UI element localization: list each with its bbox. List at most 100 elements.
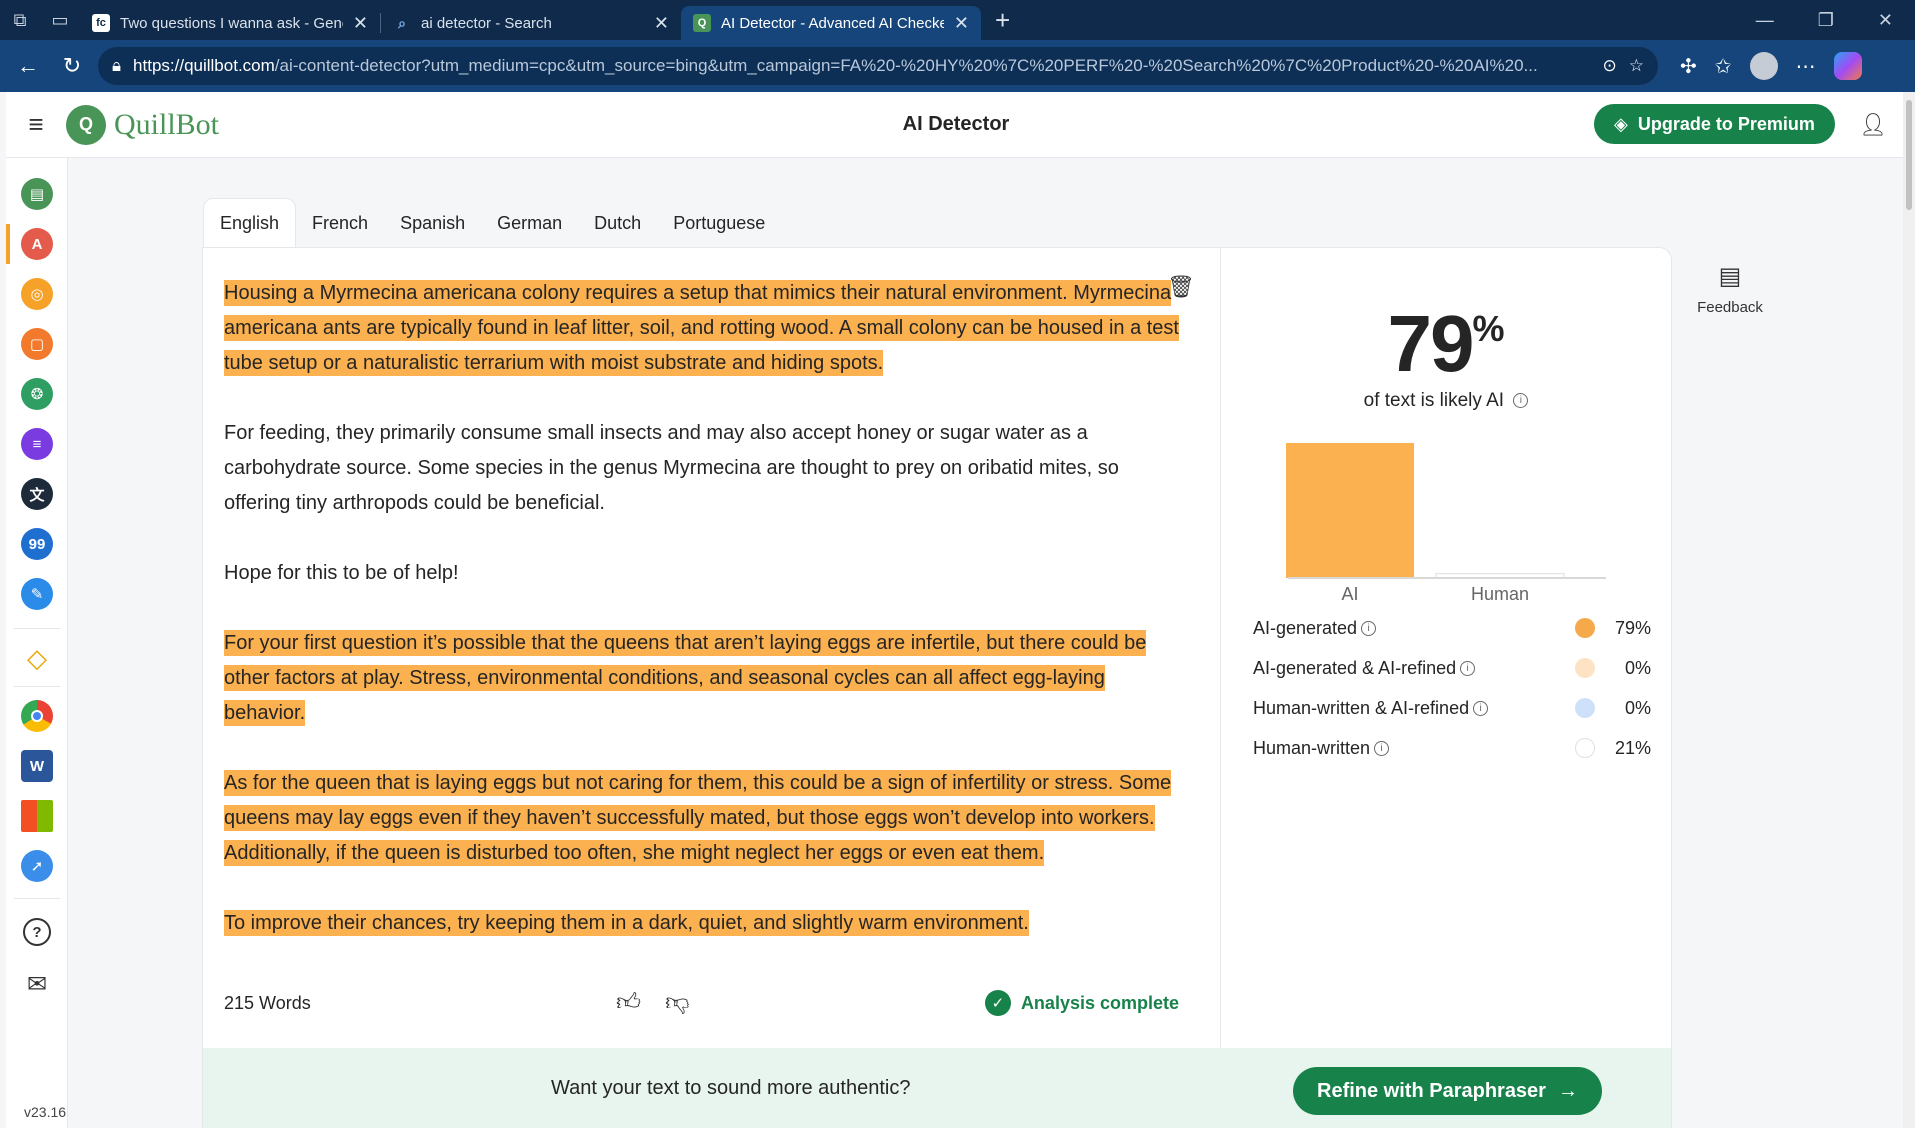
legend-color-dot [1575, 738, 1595, 758]
extensions-icon[interactable]: ✣ [1680, 54, 1697, 79]
brand-name: QuillBot [114, 107, 220, 141]
tab-spanish[interactable]: Spanish [384, 198, 481, 248]
language-tabs: English French Spanish German Dutch Port… [203, 198, 781, 248]
banner-text: Want your text to sound more authentic? [551, 1076, 911, 1099]
tab-title: ai detector - Search [421, 14, 552, 32]
ai-humanizer-icon[interactable]: ❂ [21, 378, 53, 410]
paragraph: To improve their chances, try keeping th… [224, 906, 1179, 941]
ai-highlighted-text: To improve their chances, try keeping th… [224, 910, 1029, 936]
tab-english[interactable]: English [203, 198, 297, 248]
legend-label: Human-written [1253, 737, 1371, 758]
paraphraser-banner: Want your text to sound more authentic? … [203, 1048, 1671, 1128]
microsoft-store-icon[interactable] [21, 800, 53, 832]
paragraph: Hope for this to be of help! [224, 556, 1179, 591]
tab-title: AI Detector - Advanced AI Checke [721, 14, 944, 32]
info-icon[interactable]: i [1374, 741, 1390, 757]
user-account-icon[interactable]: 👤︎ [1858, 110, 1888, 140]
paragraph-text: Hope for this to be of help! [224, 562, 459, 584]
flow-writer-icon[interactable]: ✎ [21, 578, 53, 610]
tab-dutch[interactable]: Dutch [578, 198, 657, 248]
favorites-icon[interactable]: ✩ [1715, 54, 1732, 79]
new-tab-icon[interactable]: + [995, 5, 1010, 36]
close-tab-icon[interactable]: ✕ [954, 13, 969, 34]
ai-highlighted-text: For your first question it’s possible th… [224, 630, 1147, 726]
browser-tab-bar: ⧉ ▭ fc Two questions I wanna ask - Gene … [0, 0, 1915, 40]
back-icon[interactable]: ← [10, 48, 46, 84]
premium-gem-icon[interactable]: ◇ [21, 642, 53, 674]
word-count: 215 Words [224, 992, 311, 1013]
info-icon[interactable]: i [1460, 661, 1476, 677]
address-bar-row: ← ↻ 🔒︎ https://quillbot.com/ai-content-d… [0, 40, 1915, 92]
arrow-right-icon: → [1557, 1079, 1578, 1102]
word-addin-icon[interactable]: W [21, 750, 53, 782]
minimize-icon[interactable]: — [1756, 10, 1774, 31]
legend-row: AI-generated & AI-refined i 0% [1253, 648, 1651, 688]
safari-extension-icon[interactable]: ➚ [21, 850, 53, 882]
tab-german[interactable]: German [481, 198, 578, 248]
ai-detector-icon[interactable]: ◎ [21, 278, 53, 310]
scroll-thumb[interactable] [1906, 100, 1912, 210]
quillbot-favicon-icon: Q [693, 14, 711, 32]
ai-human-bar-chart: AI Human [1286, 443, 1606, 604]
text-input-area[interactable]: Housing a Myrmecina americana colony req… [224, 276, 1179, 961]
active-indicator [6, 224, 10, 264]
legend-color-dot [1575, 618, 1595, 638]
paragraph: As for the queen that is laying eggs but… [224, 766, 1179, 871]
info-icon[interactable]: i [1361, 621, 1377, 637]
legend-label: AI-generated & AI-refined [1253, 657, 1457, 678]
thumbs-down-icon[interactable]: 👎︎ [665, 989, 689, 1017]
browser-tab-3[interactable]: Q AI Detector - Advanced AI Checke ✕ [681, 6, 981, 40]
chrome-extension-icon[interactable] [21, 700, 53, 732]
favorite-star-icon[interactable]: ☆ [1629, 56, 1644, 76]
refresh-icon[interactable]: ↻ [54, 48, 90, 84]
summarizer-icon[interactable]: ≡ [21, 428, 53, 460]
reader-icon[interactable]: ⊙ [1603, 56, 1617, 76]
more-icon[interactable]: ⋯ [1796, 54, 1816, 79]
copilot-icon[interactable] [1833, 52, 1862, 80]
app-header: ≡ Q QuillBot AI Detector ◈ Upgrade to Pr… [6, 92, 1906, 158]
search-favicon-icon: ⌕ [398, 14, 406, 31]
ai-highlighted-text: As for the queen that is laying eggs but… [224, 770, 1172, 866]
info-icon[interactable]: i [1473, 701, 1489, 717]
citation-generator-icon[interactable]: 99 [21, 528, 53, 560]
close-window-icon[interactable]: ✕ [1878, 10, 1893, 31]
url-field[interactable]: 🔒︎ https://quillbot.com/ai-content-detec… [98, 47, 1658, 85]
thumbs-up-icon[interactable]: 👍︎ [616, 989, 641, 1017]
check-circle-icon: ✓ [984, 990, 1011, 1016]
paraphraser-icon[interactable]: ▤ [21, 178, 53, 210]
translator-icon[interactable]: 文 [21, 478, 53, 510]
tab-french[interactable]: French [296, 198, 384, 248]
mail-icon[interactable]: ✉ [21, 968, 53, 1000]
tab-actions-icon[interactable]: ▭ [40, 0, 80, 40]
feedback-button[interactable]: ▤ Feedback [1690, 262, 1770, 316]
browser-tab-2[interactable]: ⌕ ai detector - Search ✕ [381, 6, 681, 40]
menu-icon[interactable]: ≡ [6, 109, 66, 140]
tab-portuguese[interactable]: Portuguese [657, 198, 781, 248]
upgrade-button[interactable]: ◈ Upgrade to Premium [1594, 104, 1835, 144]
close-tab-icon[interactable]: ✕ [353, 13, 368, 34]
legend-row: Human-written i 21% [1253, 728, 1651, 768]
plagiarism-checker-icon[interactable]: ▢ [21, 328, 53, 360]
feedback-label: Feedback [1697, 299, 1763, 316]
bar-label-human: Human [1471, 584, 1529, 604]
quillbot-logo-icon: Q [66, 104, 106, 145]
legend-color-dot [1575, 658, 1595, 678]
workspaces-icon[interactable]: ⧉ [0, 0, 40, 40]
refine-paraphraser-button[interactable]: Refine with Paraphraser → [1293, 1067, 1602, 1115]
close-tab-icon[interactable]: ✕ [654, 13, 669, 34]
restore-icon[interactable]: ❐ [1818, 10, 1834, 31]
legend-color-dot [1575, 698, 1595, 718]
quillbot-logo[interactable]: Q QuillBot [66, 104, 220, 145]
diamond-icon: ◈ [1614, 113, 1628, 134]
trash-icon[interactable]: 🗑︎ [1167, 274, 1195, 300]
legend-value: 0% [1624, 657, 1651, 678]
help-icon[interactable]: ? [23, 918, 51, 946]
browser-tab-1[interactable]: fc Two questions I wanna ask - Gene ✕ [80, 6, 380, 40]
grammar-checker-icon[interactable]: A [21, 228, 53, 260]
text-editor-panel: Housing a Myrmecina americana colony req… [203, 248, 1221, 1048]
page-scrollbar[interactable] [1903, 92, 1915, 1128]
feedback-icon: ▤ [1718, 263, 1742, 290]
profile-avatar[interactable] [1749, 52, 1778, 80]
refine-label: Refine with Paraphraser [1317, 1079, 1546, 1102]
results-panel: 79% of text is likely AI i AI Human AI-ge… [1221, 248, 1671, 1048]
